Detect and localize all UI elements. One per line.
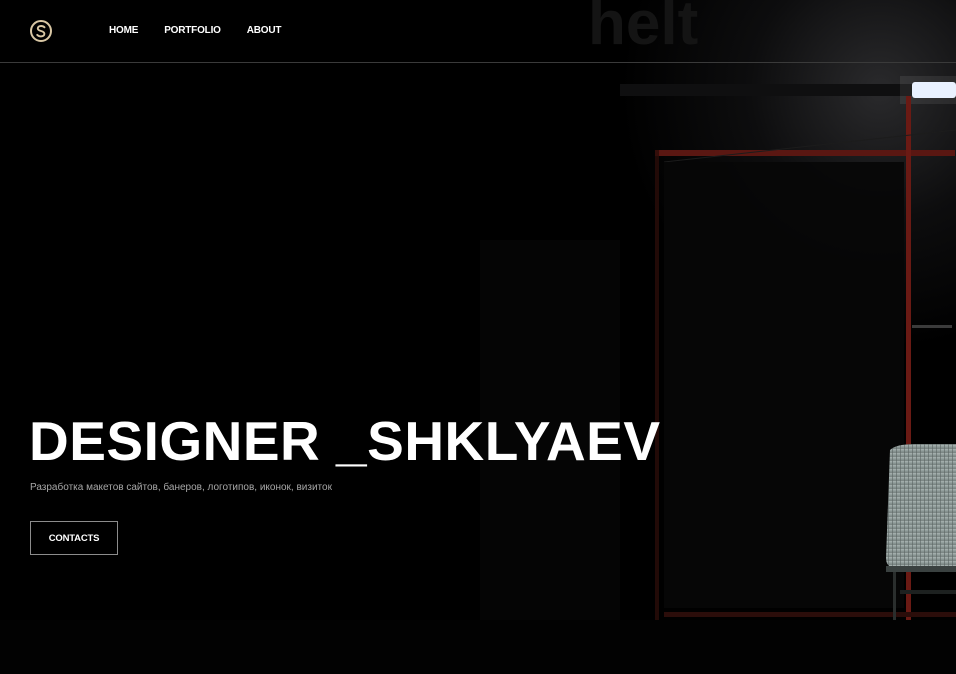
hero-title: DESIGNER _SHKLYAEV	[29, 410, 661, 472]
contacts-button[interactable]: CONTACTS	[30, 521, 118, 555]
site-header: HOME PORTFOLIO ABOUT	[0, 0, 956, 63]
nav-home-link[interactable]: HOME	[109, 25, 138, 36]
background-photo: helt	[0, 0, 956, 674]
nav-portfolio-link[interactable]: PORTFOLIO	[164, 25, 221, 36]
page: helt HOME PORTFOLIO ABOUT DESIGNER _SHKL…	[0, 0, 956, 674]
hero-subtitle: Разработка макетов сайтов, банеров, лого…	[30, 482, 332, 493]
nav-about-link[interactable]: ABOUT	[247, 25, 282, 36]
logo-icon[interactable]	[29, 19, 53, 43]
main-nav: HOME PORTFOLIO ABOUT	[109, 25, 281, 36]
